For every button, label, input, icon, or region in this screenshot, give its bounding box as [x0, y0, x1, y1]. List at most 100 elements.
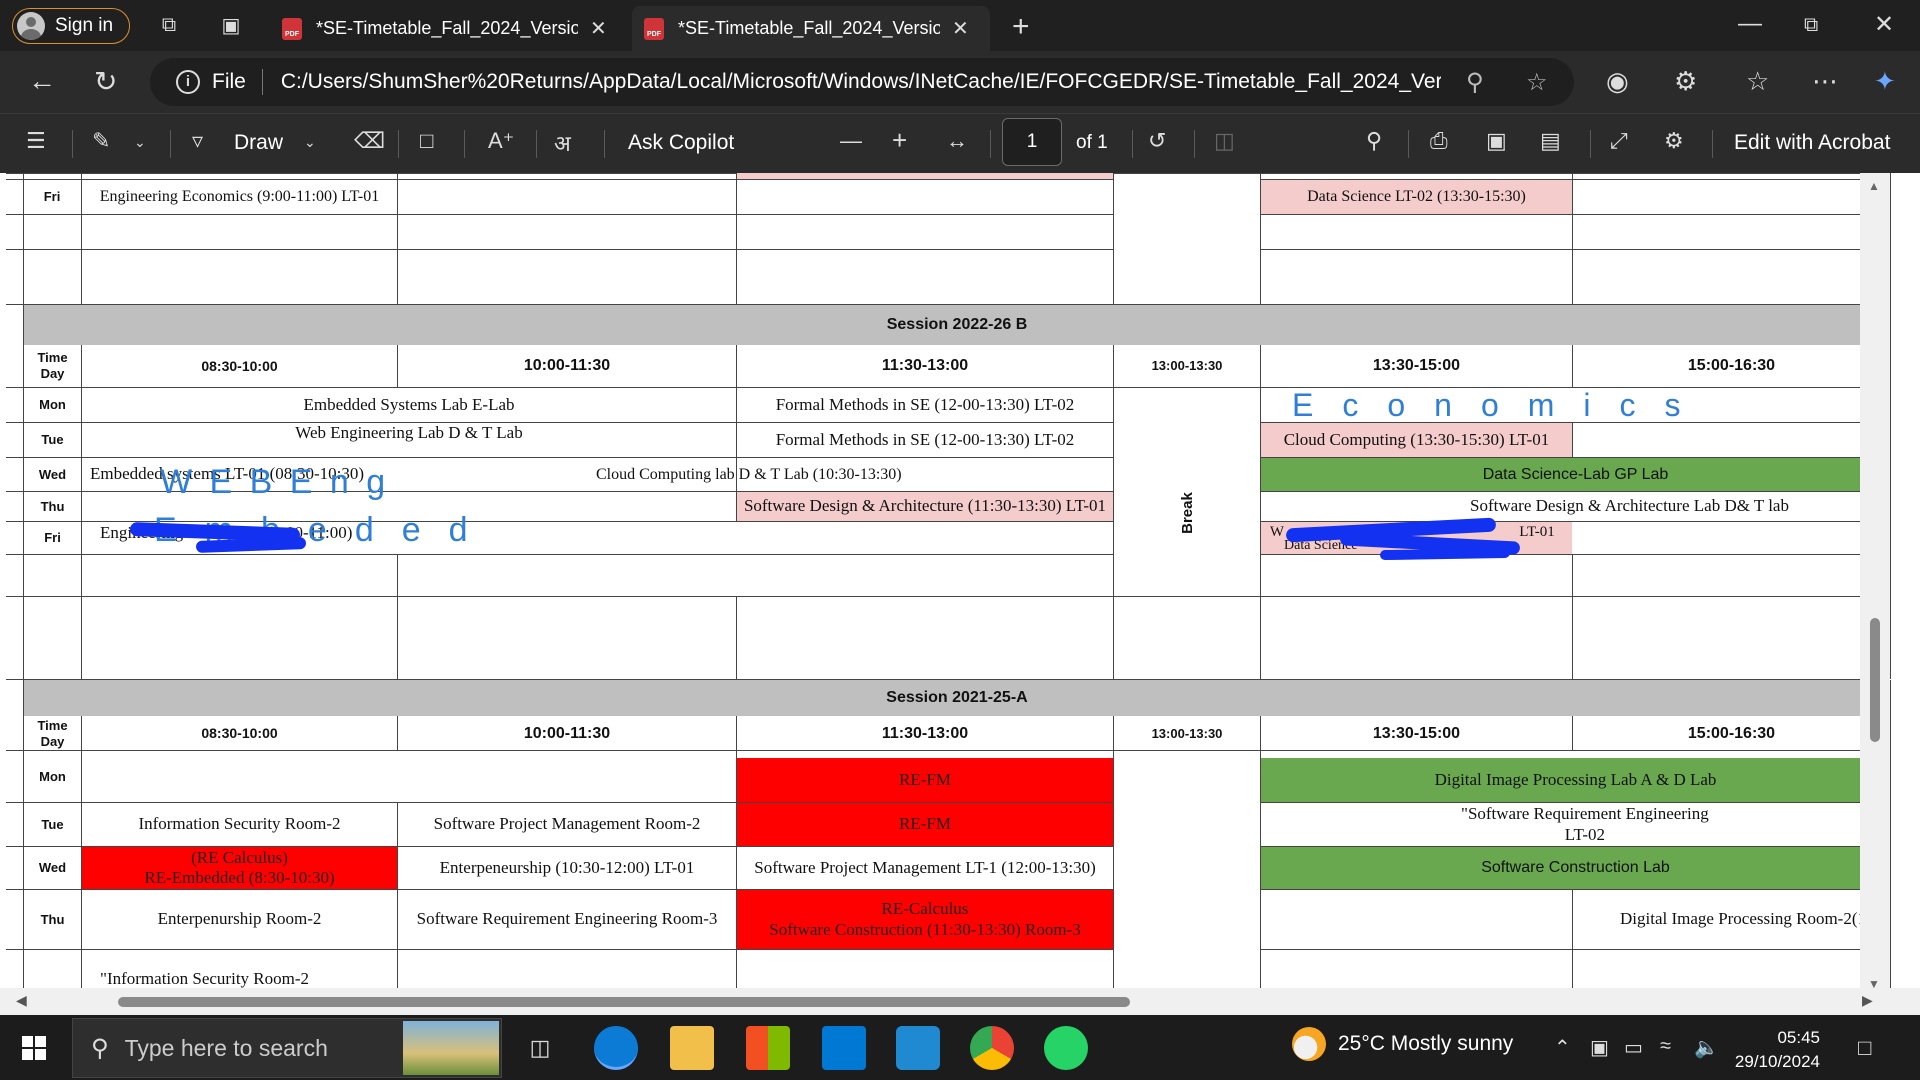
timetable-cell: Web Engineering Lab D & T Lab [295, 423, 523, 442]
url-text[interactable]: C:/Users/ShumSher%20Returns/AppData/Loca… [281, 70, 1441, 94]
weather-widget[interactable]: 25°C Mostly sunny [1292, 1027, 1513, 1061]
chevron-down-icon[interactable]: ⌄ [304, 134, 316, 151]
contents-icon[interactable]: ☰ [26, 128, 46, 154]
system-clock[interactable]: 05:45 29/10/2024 [1720, 1026, 1820, 1074]
ask-copilot-button[interactable]: Ask Copilot [628, 131, 734, 155]
fullscreen-icon[interactable]: ⤢ [1610, 128, 1628, 154]
draw-button[interactable]: Draw [234, 131, 283, 155]
close-tab-icon[interactable]: ✕ [952, 16, 969, 41]
day-label-mon: Mon [39, 397, 66, 413]
browser-title-bar: Sign in ⧉ ▣ PDF *SE-Timetable_Fall_2024_… [0, 0, 1920, 51]
back-icon[interactable]: ← [28, 65, 56, 97]
divider [1132, 130, 1133, 158]
print-icon[interactable]: ⎙ [1430, 128, 1448, 154]
chrome-icon[interactable] [970, 1026, 1014, 1070]
workspaces-icon[interactable]: ⧉ [156, 12, 182, 38]
save-as-icon[interactable]: ▤ [1540, 128, 1561, 154]
info-icon[interactable]: i [176, 70, 200, 94]
grid-line [1572, 422, 1573, 457]
tab-pdf-2[interactable]: PDF *SE-Timetable_Fall_2024_Version_ ✕ [632, 6, 990, 51]
new-tab-icon[interactable]: + [1012, 10, 1030, 44]
copilot-icon[interactable]: ✦ [1874, 66, 1896, 97]
wifi-icon[interactable]: ≈ [1660, 1035, 1671, 1058]
page-number-input[interactable]: 1 [1002, 118, 1062, 166]
highlight-icon[interactable]: ✎ [92, 128, 110, 154]
divider [398, 130, 399, 158]
edit-with-acrobat-button[interactable]: Edit with Acrobat [1734, 131, 1890, 155]
mail-icon[interactable] [822, 1026, 866, 1070]
meet-now-icon[interactable]: ▣ [1590, 1035, 1609, 1060]
file-explorer-icon[interactable] [670, 1026, 714, 1070]
grid-line [736, 596, 737, 679]
profile-avatar-icon [17, 12, 45, 40]
address-bar[interactable]: i File C:/Users/ShumSher%20Returns/AppDa… [150, 58, 1574, 106]
volume-muted-icon[interactable]: 🔈 [1694, 1035, 1719, 1060]
whatsapp-icon[interactable] [1044, 1026, 1088, 1070]
two-page-view-icon[interactable]: ◫ [1214, 128, 1235, 154]
favorite-star-icon[interactable]: ☆ [1526, 68, 1548, 97]
tab-actions-icon[interactable]: ▣ [218, 12, 244, 38]
windows-start-icon[interactable] [22, 1036, 46, 1060]
page-total: of 1 [1076, 132, 1108, 153]
pdf-viewer[interactable]: Fri Engineering Economics (9:00-11:00) L… [0, 173, 1920, 1015]
day-label-thu: Thu [40, 498, 65, 514]
slot-header: 08:30-10:00 [201, 357, 278, 374]
slot-header: 08:30-10:00 [201, 725, 278, 742]
day-label-tue: Tue [41, 432, 64, 448]
grid-line [6, 949, 1114, 950]
favorites-icon[interactable]: ☆ [1746, 66, 1769, 97]
timetable-cell: Formal Methods in SE (12-00-13:30) LT-02 [775, 429, 1075, 449]
more-options-icon[interactable]: ⋯ [1812, 66, 1838, 97]
ink-annotation: W E B E n g [160, 463, 390, 501]
taskbar-search-box[interactable]: ⚲ Type here to search [72, 1018, 502, 1078]
save-icon[interactable]: ▣ [1486, 128, 1507, 154]
search-icon: ⚲ [91, 1034, 109, 1062]
slot-header: 13:30-15:00 [1372, 357, 1461, 375]
divider [1712, 130, 1713, 158]
close-tab-icon[interactable]: ✕ [590, 16, 607, 41]
search-placeholder: Type here to search [124, 1034, 328, 1061]
sign-in-button[interactable]: Sign in [12, 8, 130, 44]
edge-browser-icon[interactable] [594, 1026, 638, 1070]
zoom-in-icon[interactable]: + [892, 125, 907, 156]
notifications-icon[interactable]: □ [1858, 1035, 1871, 1061]
scrollbar-thumb[interactable] [118, 997, 1130, 1007]
extension-globe-icon[interactable]: ◉ [1606, 66, 1629, 97]
chevron-down-icon[interactable]: ⌄ [134, 134, 146, 151]
microsoft-store-icon[interactable] [746, 1026, 790, 1070]
zoom-icon[interactable]: ⚲ [1466, 68, 1484, 97]
eraser-icon[interactable]: ⌫ [354, 128, 385, 154]
scroll-up-icon[interactable]: ▲ [1868, 179, 1880, 193]
timetable-cell: Software Project Management LT-1 (12:00-… [754, 857, 1096, 877]
scrollbar-thumb[interactable] [1870, 618, 1880, 742]
sign-in-label: Sign in [55, 15, 114, 36]
horizontal-scrollbar[interactable]: ◀ ▶ [0, 988, 1920, 1015]
tab-pdf-1[interactable]: PDF *SE-Timetable_Fall_2024_Version_ ✕ [270, 6, 632, 51]
rotate-icon[interactable]: ↺ [1148, 128, 1166, 154]
scroll-right-icon[interactable]: ▶ [1862, 992, 1873, 1009]
minimize-icon[interactable]: — [1738, 10, 1762, 38]
close-window-icon[interactable]: ✕ [1874, 10, 1894, 39]
timetable-cell: RE-FM [737, 803, 1113, 846]
scroll-left-icon[interactable]: ◀ [16, 992, 27, 1009]
vscode-icon[interactable] [896, 1026, 940, 1070]
timetable-cell: Information Security Room-2 [138, 814, 341, 834]
refresh-icon[interactable]: ↻ [94, 65, 117, 98]
settings-gear-icon[interactable]: ⚙ [1664, 128, 1684, 154]
translate-icon[interactable]: अ [554, 128, 571, 158]
battery-icon[interactable]: ▭ [1624, 1035, 1643, 1060]
restore-icon[interactable]: ⧉ [1804, 14, 1818, 37]
zoom-out-icon[interactable]: — [840, 128, 862, 154]
fit-page-icon[interactable]: ↔ [946, 128, 968, 154]
grid-line [6, 750, 1890, 751]
read-aloud-icon[interactable]: A⁺ [488, 128, 514, 154]
extensions-icon[interactable]: ⚙ [1674, 66, 1697, 97]
chevron-up-icon[interactable]: ⌃ [1554, 1035, 1571, 1060]
text-box-icon[interactable]: □ [420, 128, 433, 154]
task-view-icon[interactable]: ◫ [518, 1026, 562, 1070]
search-icon[interactable]: ⚲ [1366, 128, 1382, 154]
timetable-cell: Formal Methods in SE (12-00-13:30) LT-02 [775, 394, 1075, 414]
draw-pen-icon[interactable]: ▿ [192, 128, 203, 154]
grid-line [6, 596, 1890, 597]
vertical-scrollbar[interactable]: ▲ ▼ [1860, 173, 1890, 998]
